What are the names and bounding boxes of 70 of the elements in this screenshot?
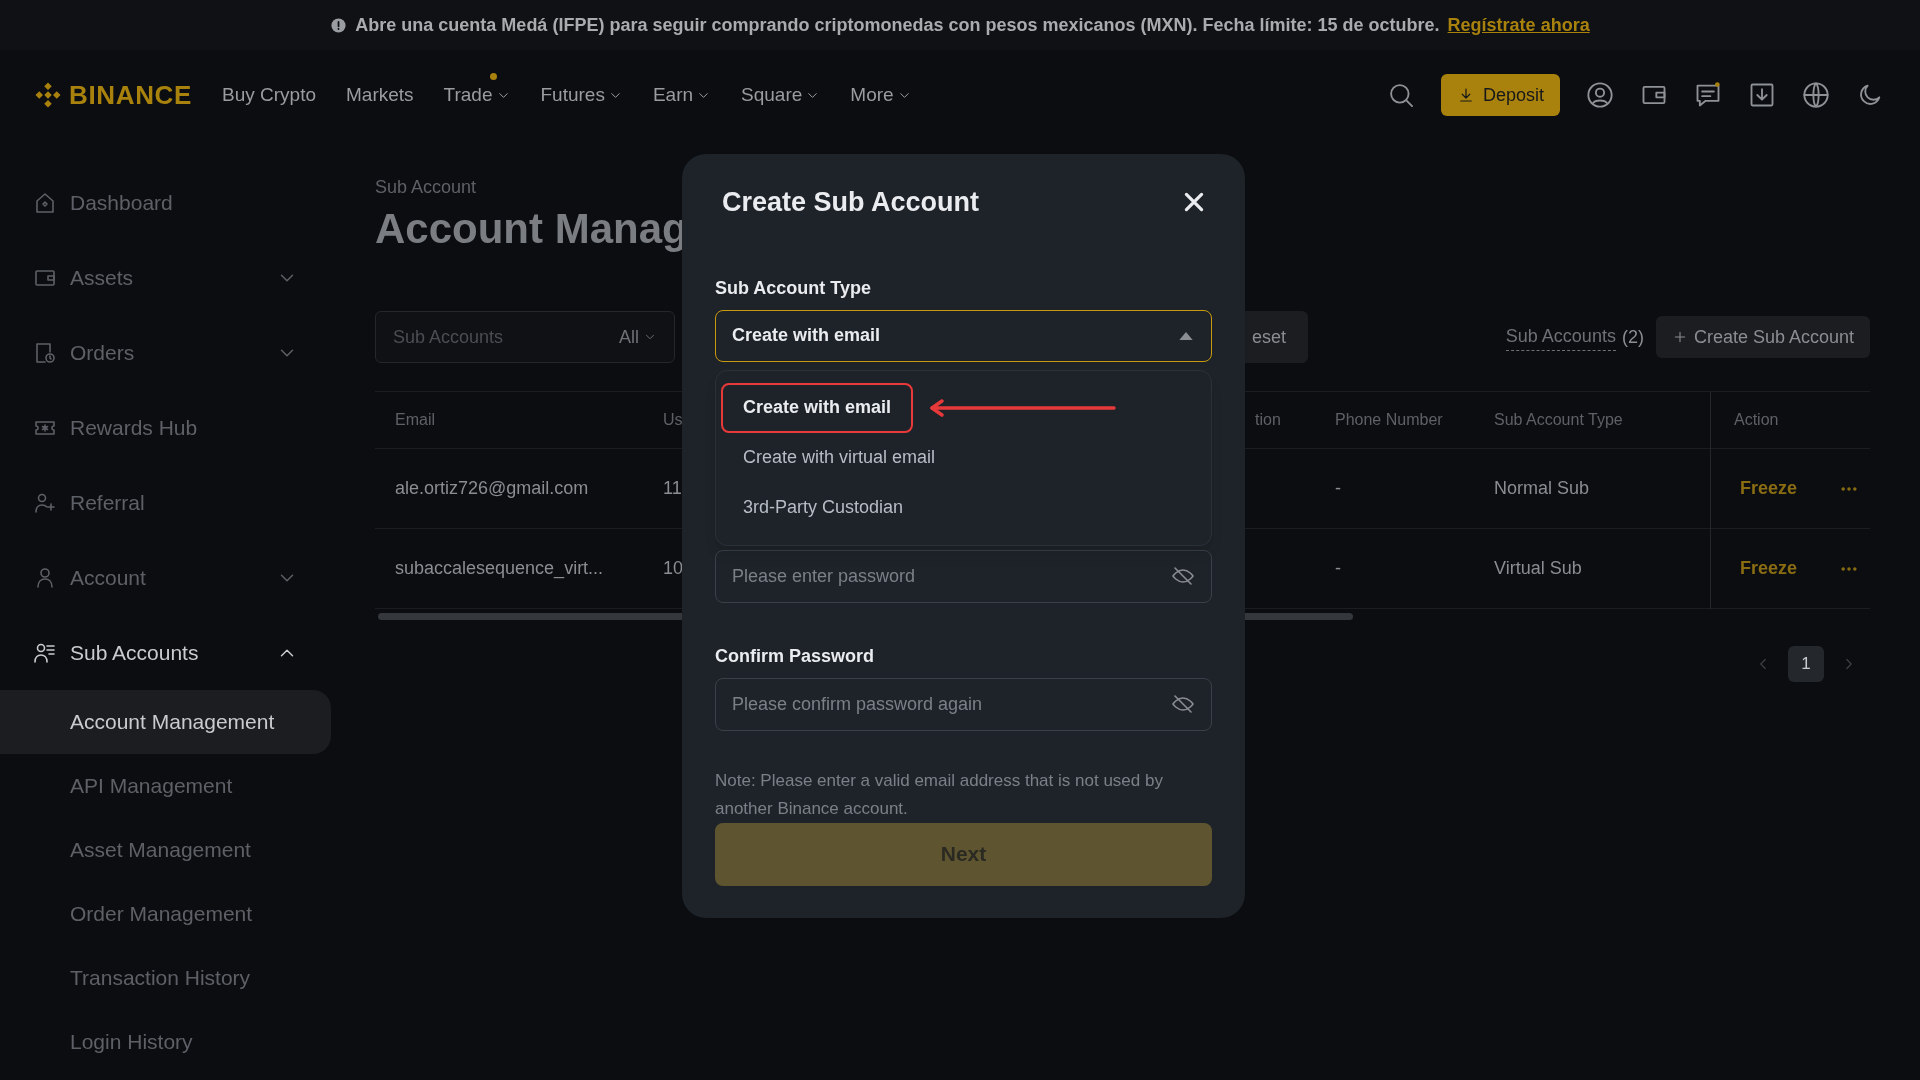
sidebar-item[interactable]: Assets	[0, 240, 331, 315]
sidebar-item[interactable]: Orders	[0, 315, 331, 390]
table-cell: 11	[663, 478, 682, 498]
confirm-password-field[interactable]: Please confirm password again	[715, 677, 1212, 731]
sidebar-subitem[interactable]: Asset Management	[0, 818, 331, 882]
field-label: Sub Account Type	[715, 276, 872, 300]
nav-link[interactable]: Trade	[443, 70, 511, 120]
info-icon	[330, 16, 348, 34]
password-input[interactable]: Please enter password	[732, 562, 1171, 590]
confirm-password-input[interactable]: Please confirm password again	[732, 690, 1171, 718]
globe-icon[interactable]	[1802, 81, 1830, 109]
sidebar-icon	[33, 340, 57, 365]
column-header: Phone Number	[1335, 411, 1443, 428]
table-cell: Virtual Sub	[1494, 558, 1582, 578]
table-cell: -	[1335, 478, 1341, 498]
column-header: Us	[663, 411, 683, 428]
filter-field[interactable]: Sub Accounts All	[375, 311, 675, 363]
nav-link[interactable]: Futures	[540, 70, 623, 120]
nav-link[interactable]: Markets	[346, 70, 414, 120]
modal-title: Create Sub Account	[722, 186, 980, 219]
sidebar-icon	[33, 190, 57, 215]
password-field[interactable]: Please enter password	[715, 549, 1212, 603]
sidebar-item[interactable]: Rewards Hub	[0, 390, 331, 465]
table-cell: -	[1335, 558, 1341, 578]
field-label: Confirm Password	[715, 644, 876, 668]
status-select[interactable]: All	[619, 323, 657, 351]
sidebar-item[interactable]: Referral	[0, 465, 331, 540]
message-icon[interactable]	[1694, 81, 1722, 109]
dropdown-option[interactable]: Create with email	[721, 382, 914, 433]
logo-icon	[33, 80, 63, 110]
sub-account-count: (2)	[1621, 325, 1644, 349]
sidebar-subitem[interactable]: API Management	[0, 754, 331, 818]
table-cell: subaccalesequence_virt...	[395, 558, 604, 578]
brand-name: BINANCE	[69, 78, 192, 112]
nav-link[interactable]: Buy Crypto	[222, 70, 316, 120]
register-link[interactable]: Regístrate ahora	[1447, 11, 1590, 39]
page-title: Account Manag	[375, 204, 688, 254]
page-button[interactable]: 1	[1788, 646, 1824, 682]
table-cell: Normal Sub	[1494, 478, 1590, 498]
sidebar-subitem[interactable]: Order Management	[0, 882, 331, 946]
deposit-button[interactable]: Deposit	[1440, 74, 1560, 116]
table-cell: 10	[663, 558, 684, 578]
eye-off-icon	[1171, 564, 1195, 588]
table-cell: ale.ortiz726@gmail.com	[395, 478, 589, 498]
freeze-link[interactable]: Freeze	[1740, 555, 1798, 582]
column-header: Email	[395, 411, 435, 428]
note-text: Note: Please enter a valid email address that is not used by another Binance account.	[715, 769, 1164, 820]
nav-link[interactable]: Square	[741, 70, 821, 120]
sidebar-item[interactable]: Account	[0, 540, 331, 615]
column-header: Action	[1734, 410, 1779, 430]
column-header: Sub Account Type	[1494, 411, 1623, 428]
profile-icon[interactable]	[1586, 81, 1614, 109]
announcement-text: Abre una cuenta Medá (IFPE) para seguir comprando criptomonedas con pesos mexicanos (MXN). Fecha límite: 15 de octubre.	[355, 13, 1440, 37]
dropdown-option[interactable]: 3rd-Party Custodian	[721, 482, 926, 533]
download-icon[interactable]	[1748, 81, 1776, 109]
sidebar-item[interactable]: Sub Accounts	[0, 615, 331, 690]
sidebar-subitem[interactable]: Account Management	[0, 690, 331, 754]
sub-account-search-field[interactable]: Sub Accounts	[393, 323, 619, 351]
sub-account-type-select[interactable]: Create with email	[715, 309, 1212, 362]
sidebar-item[interactable]: Dashboard	[0, 165, 331, 240]
nav-link[interactable]: More	[850, 70, 912, 120]
dropdown-option[interactable]: Create with virtual email	[721, 432, 958, 483]
column-header: tion	[1255, 411, 1281, 428]
sidebar-subitem[interactable]: Transaction History	[0, 946, 331, 1010]
nav-link[interactable]: Earn	[652, 70, 712, 120]
create-sub-account-button[interactable]: Create Sub Account	[1655, 316, 1870, 358]
freeze-link[interactable]: Freeze	[1740, 475, 1798, 502]
sub-accounts-link[interactable]: Sub Accounts	[1505, 323, 1616, 351]
eye-off-icon	[1171, 692, 1195, 716]
sidebar-subitem[interactable]: Login History	[0, 1010, 331, 1074]
